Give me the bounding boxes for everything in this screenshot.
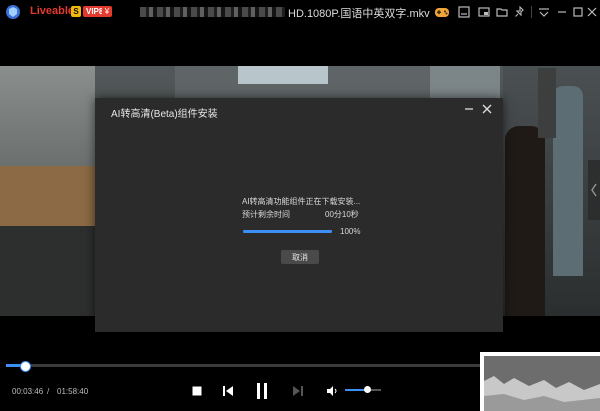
skip-previous-icon — [223, 386, 233, 396]
volume-icon — [327, 386, 337, 396]
preview-image — [484, 356, 600, 411]
stop-button[interactable] — [189, 382, 205, 400]
video-floor-left — [0, 226, 95, 316]
blurred-filename — [140, 7, 285, 17]
pause-button[interactable] — [254, 382, 270, 400]
video-counter — [0, 166, 95, 226]
video-person-dress — [505, 126, 545, 316]
download-percent: 100% — [340, 227, 361, 236]
menu-icon[interactable] — [536, 4, 552, 20]
pause-icon — [257, 383, 267, 399]
picture-in-picture-icon[interactable] — [476, 4, 492, 20]
preview-thumbnail[interactable] — [480, 352, 600, 411]
cancel-button[interactable]: 取消 — [281, 250, 319, 264]
app-brand: Liveable — [30, 5, 75, 17]
close-icon[interactable] — [584, 4, 600, 20]
app-logo-icon — [5, 4, 21, 20]
titlebar-divider — [531, 6, 532, 18]
remaining-time-value: 00分10秒 — [325, 210, 359, 219]
current-time: 00:03:46 — [12, 387, 44, 396]
video-window-left — [0, 66, 95, 166]
stop-icon — [192, 386, 202, 396]
volume-slider-thumb[interactable] — [363, 386, 371, 393]
install-dialog: AI转高清(Beta)组件安装 AI转高清功能组件正在下载安装... 预计剩余时… — [95, 98, 503, 332]
dialog-close-icon[interactable] — [480, 102, 494, 116]
minimize-mode-icon[interactable] — [456, 4, 472, 20]
total-time: 01:58:40 — [57, 387, 89, 396]
download-message: AI转高清功能组件正在下载安装... — [242, 197, 361, 206]
seek-bar-thumb[interactable] — [19, 361, 31, 372]
gamepad-icon[interactable] — [434, 4, 450, 20]
previous-button[interactable] — [220, 382, 236, 400]
minimize-icon[interactable] — [554, 4, 570, 20]
dialog-minimize-icon[interactable] — [462, 102, 476, 116]
next-button[interactable] — [290, 382, 306, 400]
file-title: HD.1080P.国语中英双字.mkv — [288, 8, 430, 20]
skip-next-icon — [293, 386, 303, 396]
time-separator: / — [47, 387, 50, 396]
coin-badge[interactable]: ¥ — [102, 6, 112, 17]
download-progress-bar — [243, 230, 332, 233]
pin-icon[interactable] — [512, 4, 528, 20]
download-progress-fill — [243, 230, 332, 233]
dialog-title: AI转高清(Beta)组件安装 — [111, 109, 218, 120]
video-person-back — [538, 68, 556, 138]
remaining-time-label: 预计剩余时间 — [242, 210, 290, 219]
folder-icon[interactable] — [494, 4, 510, 20]
volume-button[interactable] — [324, 382, 340, 400]
s-badge[interactable]: S — [71, 6, 81, 17]
side-panel-handle[interactable] — [588, 160, 600, 220]
video-person-right — [553, 86, 583, 276]
video-sign — [238, 66, 328, 84]
